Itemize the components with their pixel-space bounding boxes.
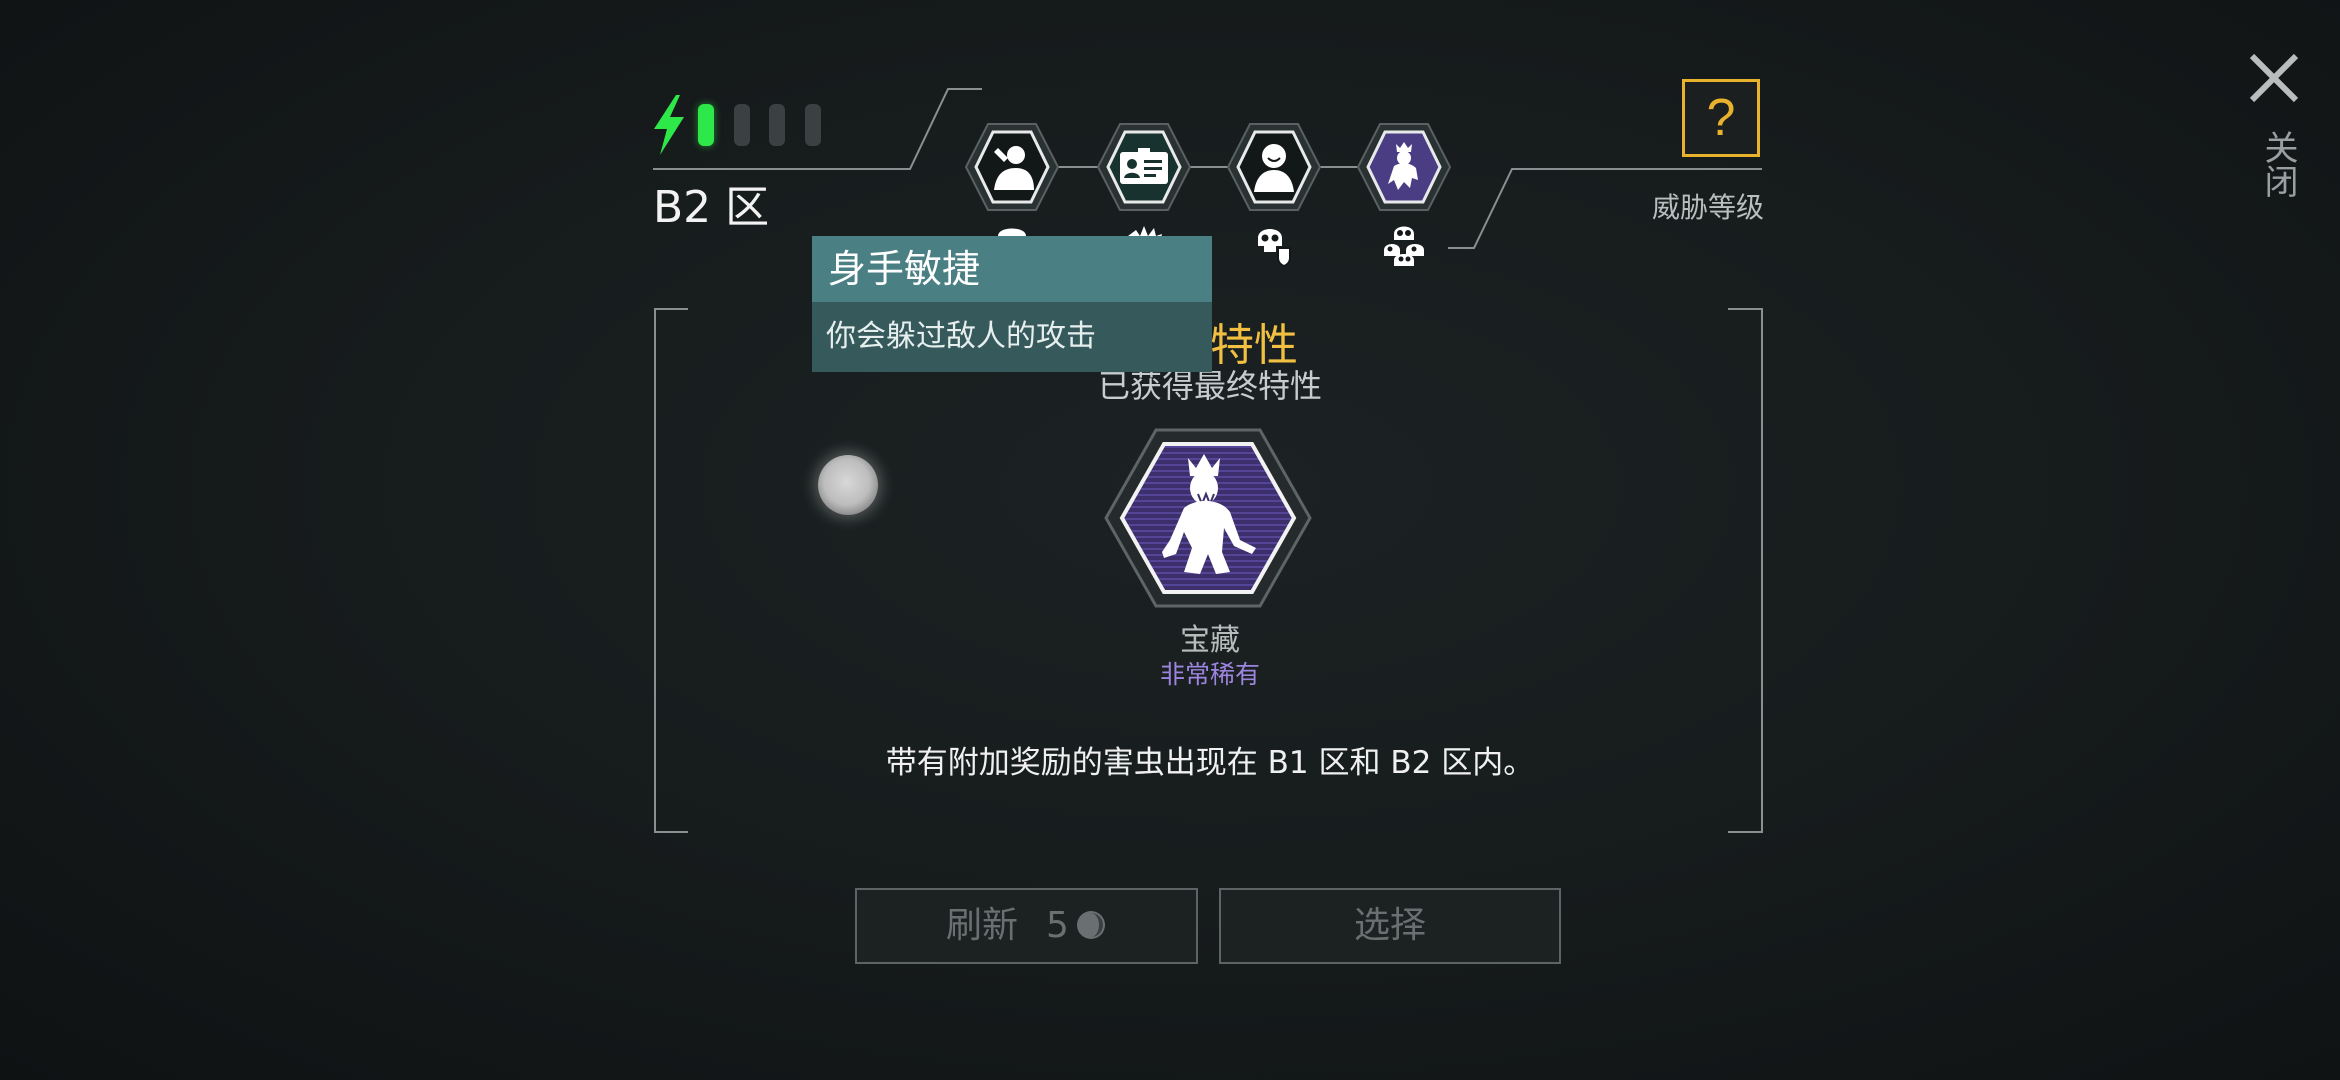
id-card-icon — [1120, 148, 1168, 184]
selected-trait-hex — [1104, 428, 1312, 608]
help-button[interactable]: ? — [1682, 79, 1760, 157]
skull-pile-icon — [1384, 226, 1424, 266]
refresh-cost: 5 — [1046, 905, 1069, 946]
tooltip-title: 身手敏捷 — [812, 236, 1212, 302]
trait-name: 宝藏 — [1180, 623, 1240, 658]
refresh-button[interactable]: 刷新 5 — [855, 888, 1198, 964]
trait-rarity: 非常稀有 — [1159, 660, 1260, 689]
trait-slot-treasure[interactable] — [1356, 122, 1452, 212]
title-bright-part: 特性 — [1210, 320, 1298, 371]
energy-bolt-icon — [654, 95, 684, 155]
trait-slot-agile[interactable] — [964, 122, 1060, 212]
energy-cell-filled — [698, 104, 714, 146]
tooltip-description: 你会躲过敌人的攻击 — [812, 302, 1212, 372]
zone-title: B2 区 — [653, 182, 770, 233]
select-button[interactable]: 选择 — [1219, 888, 1561, 964]
touch-indicator — [818, 455, 878, 515]
trait-description: 带有附加奖励的害虫出现在 B1 区和 B2 区内。 — [885, 745, 1535, 781]
energy-cell-empty — [805, 104, 821, 146]
coin-icon — [1076, 911, 1105, 939]
skull-shield-icon — [1258, 229, 1291, 268]
energy-cell-empty — [734, 104, 750, 146]
trait-slot-smiling-person[interactable] — [1226, 122, 1322, 212]
threat-level-label: 威胁等级 — [1651, 191, 1764, 224]
close-button-label[interactable]: 关闭 — [2250, 130, 2298, 198]
trait-selection-screen: B2 区 ? 威胁等级 关闭 特性 已获得最终特性 宝藏 非常稀有 带有附加奖励… — [0, 0, 2340, 1080]
close-icon[interactable] — [2246, 50, 2302, 106]
energy-cell-empty — [769, 104, 785, 146]
trait-tooltip: 身手敏捷 你会躲过敌人的攻击 — [812, 236, 1212, 372]
refresh-label: 刷新 — [946, 905, 1019, 946]
trait-slot-id-card[interactable] — [1096, 122, 1192, 212]
